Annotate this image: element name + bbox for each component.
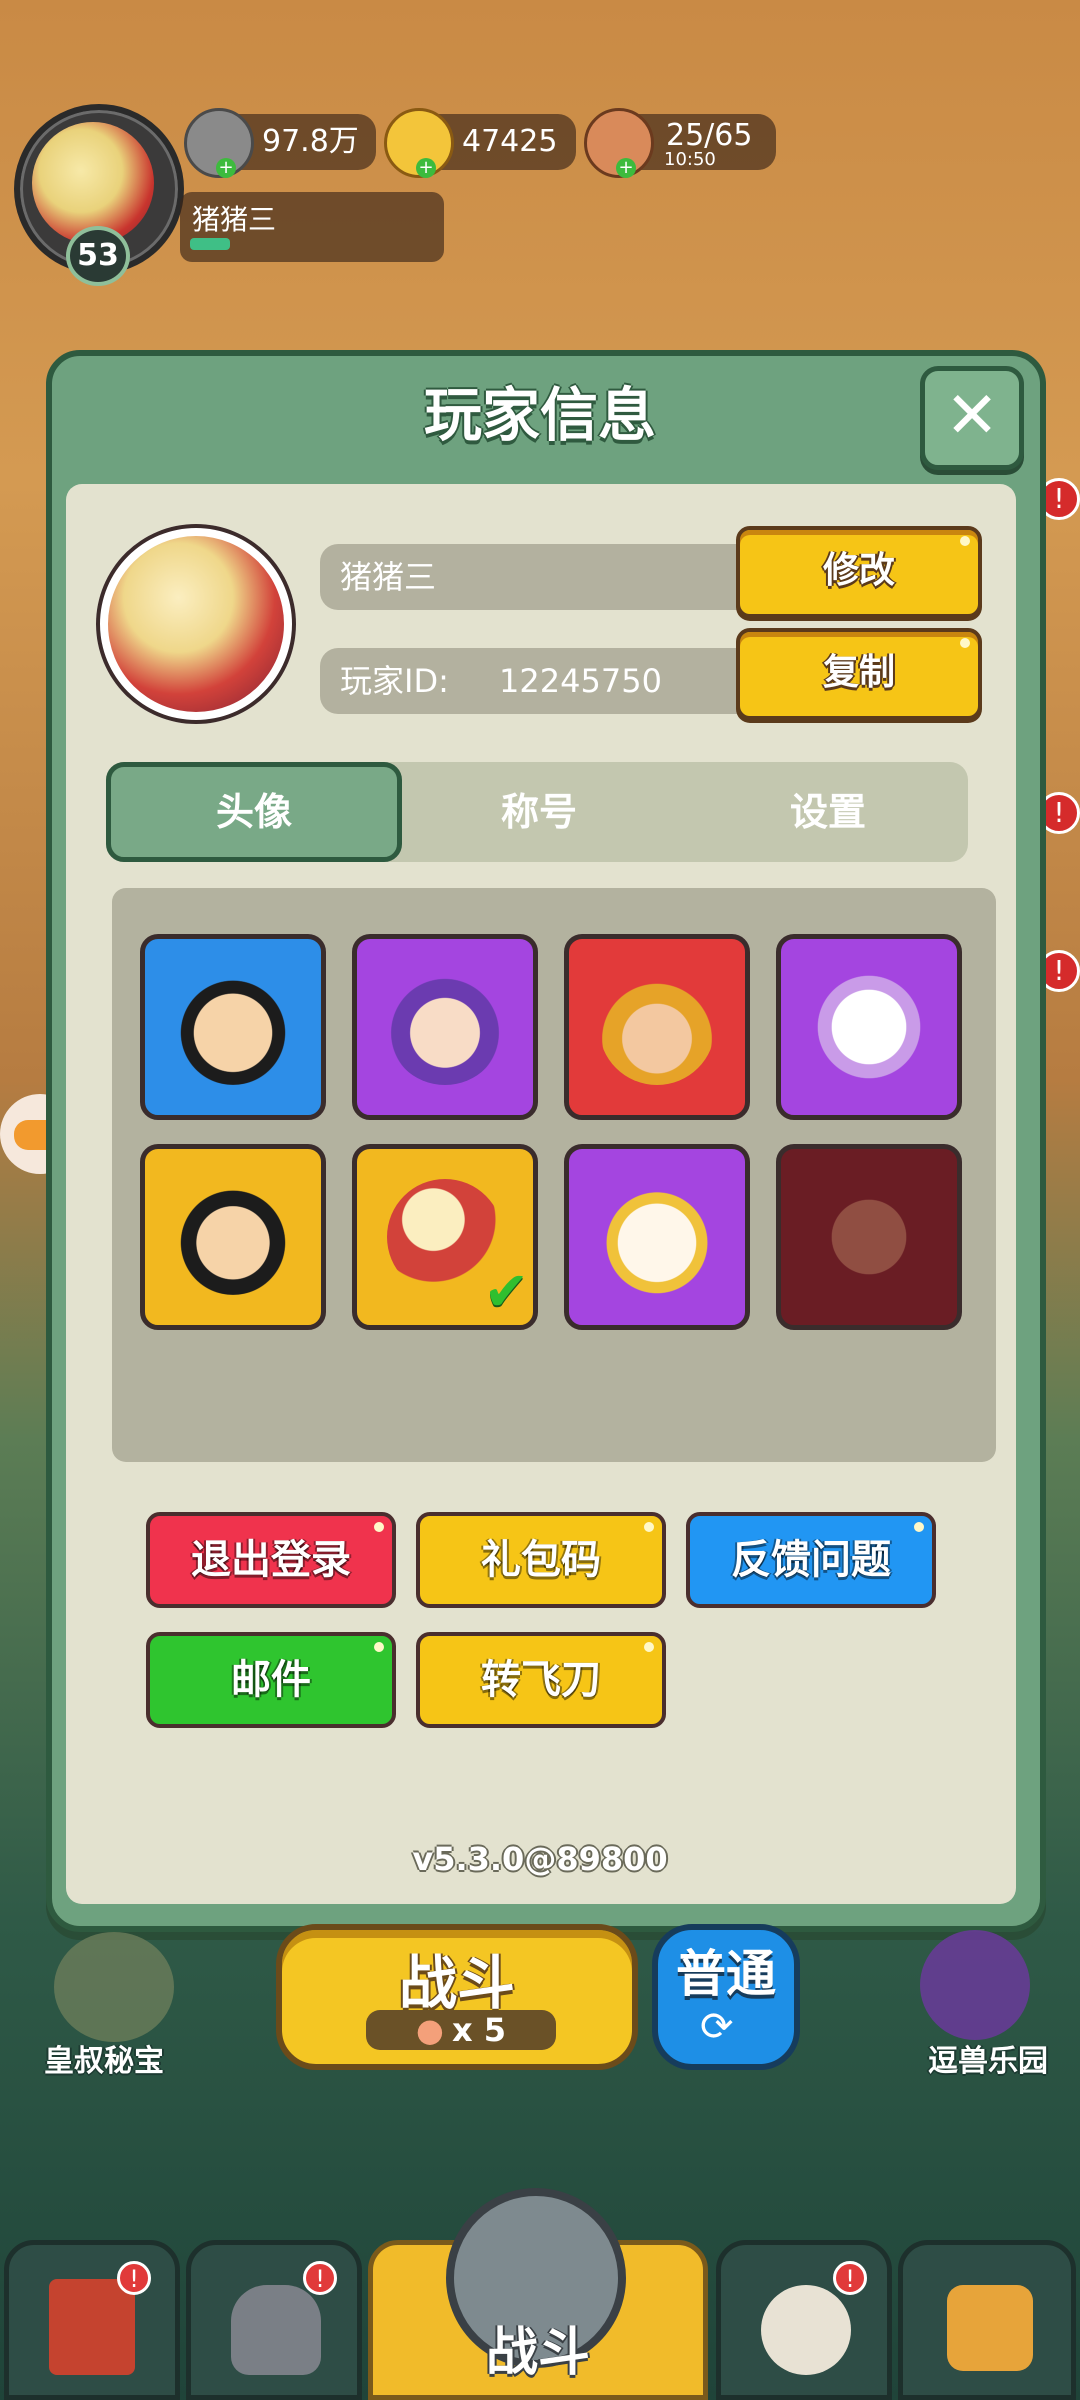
player-name: 猪猪三	[192, 203, 277, 236]
uncle-treasure-icon[interactable]	[54, 1932, 174, 2042]
gift-code-button[interactable]: 礼包码	[416, 1512, 666, 1608]
version-label: v5.3.0@89800	[412, 1840, 668, 1878]
player-level-badge: 53	[66, 226, 130, 286]
exp-bar	[190, 238, 230, 250]
pet-park-label[interactable]: 逗兽乐园	[928, 2036, 1048, 2080]
battle-label: 战斗	[398, 1949, 515, 2017]
stamina-timer: 10:50	[664, 149, 716, 170]
name-field: 猪猪三	[320, 544, 740, 610]
add-stamina-icon[interactable]: +	[616, 158, 636, 178]
nav-armor[interactable]: !	[186, 2240, 362, 2400]
warrior-green-headband-icon	[175, 969, 291, 1085]
helmet-icon	[231, 2285, 321, 2375]
nav-palace[interactable]: !	[4, 2240, 180, 2400]
close-button[interactable]: ✕	[920, 366, 1024, 470]
avatar-option[interactable]	[352, 934, 538, 1120]
checkmark-icon: ✔	[483, 1260, 529, 1323]
refresh-icon: ⟳	[700, 2004, 734, 2050]
avatar-option-selected[interactable]: ✔	[352, 1144, 538, 1330]
transfer-label: 转飞刀	[481, 1657, 601, 1703]
nav-upgrade[interactable]	[898, 2240, 1076, 2400]
rooster-icon	[761, 2285, 851, 2375]
avatar-option-locked[interactable]	[776, 1144, 962, 1330]
sunglasses-man-icon	[175, 1179, 291, 1295]
profile-avatar	[96, 524, 296, 724]
alert-badge-icon: !	[833, 2261, 867, 2295]
uncle-treasure-label[interactable]: 皇叔秘宝	[44, 2036, 164, 2080]
tab-settings[interactable]: 设置	[690, 762, 966, 862]
silver-amount: 97.8万	[262, 124, 359, 159]
copy-id-button[interactable]: 复制	[736, 628, 982, 720]
palace-icon	[49, 2279, 135, 2375]
add-gold-icon[interactable]: +	[416, 158, 436, 178]
logout-button[interactable]: 退出登录	[146, 1512, 396, 1608]
player-name-bar: 猪猪三	[180, 192, 444, 262]
close-icon: ✕	[945, 379, 999, 453]
mail-button[interactable]: 邮件	[146, 1632, 396, 1728]
meat-drumstick-icon: ●	[416, 2011, 444, 2049]
player-id-field: 玩家ID: 12245750	[320, 648, 740, 714]
modal-title: 玩家信息	[423, 381, 656, 449]
alert-badge-icon: !	[303, 2261, 337, 2295]
gold-amount: 47425	[462, 124, 558, 159]
avatar-option[interactable]	[776, 934, 962, 1120]
avatar-option[interactable]	[140, 934, 326, 1120]
fist-upgrade-icon	[947, 2285, 1033, 2371]
avatar-option[interactable]	[564, 934, 750, 1120]
logout-label: 退出登录	[191, 1537, 351, 1583]
stamina-currency[interactable]: + 25/65 10:50	[584, 108, 776, 178]
lucky-cat-icon	[811, 1179, 927, 1295]
avatar-option[interactable]	[140, 1144, 326, 1330]
battle-cost: ● x 5	[366, 2010, 556, 2050]
tab-avatar[interactable]: 头像	[106, 762, 402, 862]
silver-currency[interactable]: + 97.8万	[184, 108, 376, 178]
alert-badge-icon: !	[117, 2261, 151, 2295]
name-value: 猪猪三	[340, 558, 437, 596]
gift-code-label: 礼包码	[481, 1537, 601, 1583]
feedback-button[interactable]: 反馈问题	[686, 1512, 936, 1608]
player-id-value: 12245750	[499, 662, 662, 700]
rabbit-icon	[599, 1179, 715, 1295]
red-armor-warrior-icon	[599, 969, 715, 1085]
feedback-label: 反馈问题	[731, 1537, 891, 1583]
unicorn-icon	[811, 969, 927, 1085]
battle-cost-value: x 5	[451, 2011, 506, 2049]
edit-label: 修改	[822, 550, 895, 591]
avatar-option[interactable]	[564, 1144, 750, 1330]
gold-currency[interactable]: + 47425	[384, 108, 576, 178]
pet-park-icon[interactable]	[920, 1930, 1030, 2040]
purple-hair-heroine-icon	[387, 969, 503, 1085]
copy-label: 复制	[822, 652, 895, 693]
edit-name-button[interactable]: 修改	[736, 526, 982, 618]
add-silver-icon[interactable]: +	[216, 158, 236, 178]
nav-battle-label: 战斗	[485, 2323, 590, 2383]
nav-rooster[interactable]: !	[716, 2240, 892, 2400]
mode-label: 普通	[676, 1945, 776, 2003]
tab-title[interactable]: 称号	[406, 762, 672, 862]
mail-label: 邮件	[231, 1657, 311, 1703]
transfer-blade-button[interactable]: 转飞刀	[416, 1632, 666, 1728]
player-id-label: 玩家ID:	[340, 662, 449, 700]
